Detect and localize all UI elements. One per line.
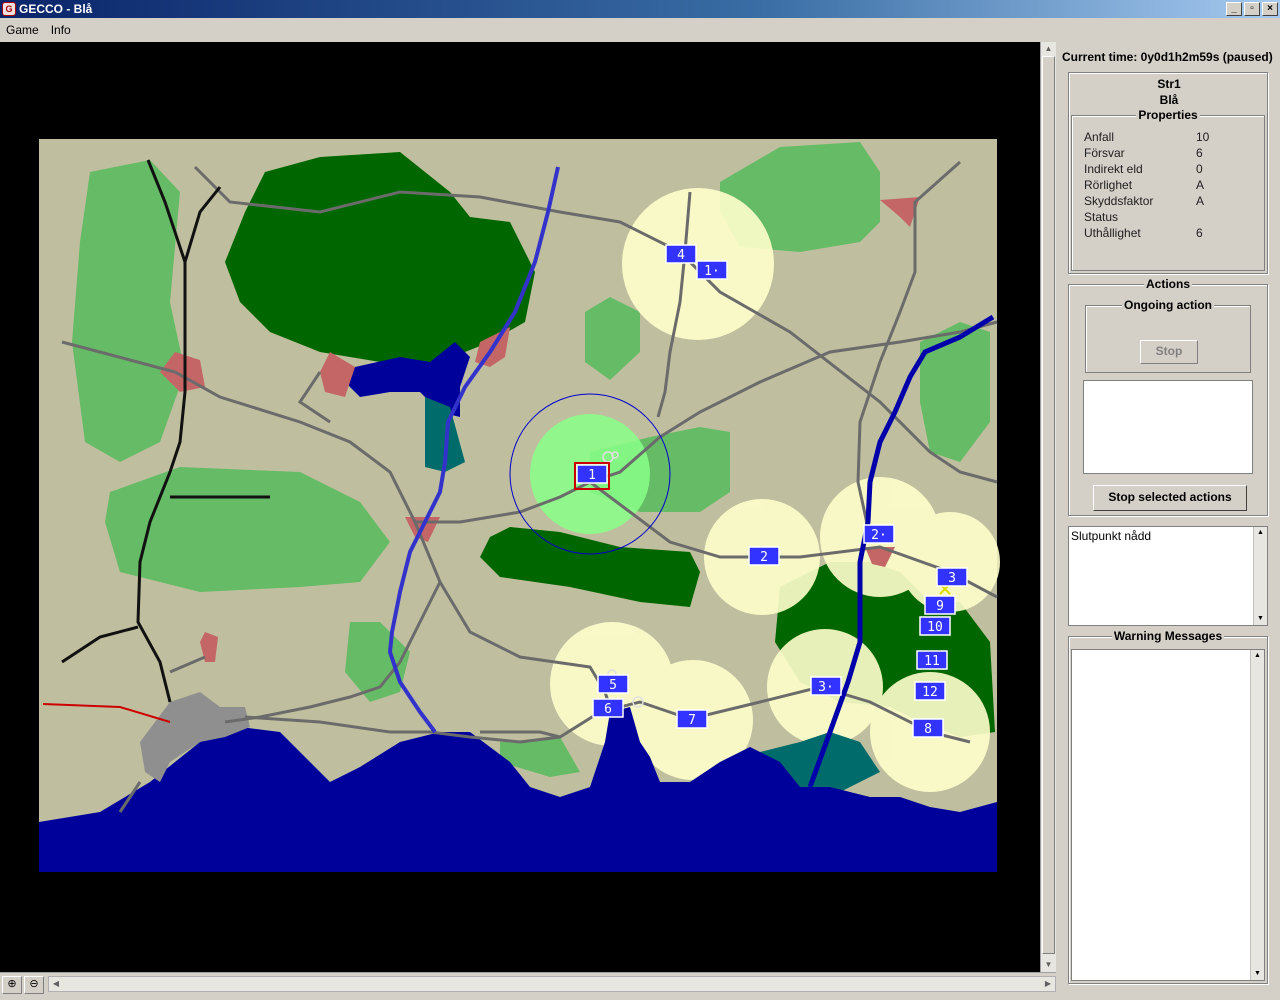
unit-label: 9: [936, 599, 944, 614]
zoom-in-icon: ⊕: [7, 978, 17, 990]
gecco-logo-icon: G: [2, 2, 16, 16]
warning-messages-title: Warning Messages: [1111, 629, 1225, 643]
property-value: 6: [1196, 146, 1203, 160]
minimize-button[interactable]: _: [1226, 2, 1242, 16]
unit-label: 12: [922, 685, 938, 700]
side-panel: Current time: 0y0d1h2m59s (paused) Str1 …: [1058, 42, 1280, 1000]
unit-marker[interactable]: 4: [665, 244, 697, 264]
map-canvas[interactable]: 41·122·3910111283·567: [0, 42, 1040, 972]
unit-label: 2: [760, 550, 768, 565]
property-key: Skyddsfaktor: [1084, 194, 1154, 208]
properties-group: Properties Anfall 10 Försvar 6 Indirekt el…: [1071, 108, 1265, 271]
warning-scrollbar[interactable]: ▲ ▼: [1250, 650, 1264, 980]
unit-marker[interactable]: 8: [912, 718, 944, 738]
property-key: Rörlighet: [1084, 178, 1133, 192]
maximize-button[interactable]: ▫: [1244, 2, 1260, 16]
scroll-down-icon[interactable]: ▼: [1251, 968, 1264, 980]
unit-marker[interactable]: 5: [597, 674, 629, 694]
map-vertical-scrollbar[interactable]: ▲ ▼: [1040, 42, 1056, 972]
unit-label: 8: [924, 722, 932, 737]
unit-side: Blå: [1159, 93, 1179, 107]
unit-marker[interactable]: 7: [676, 709, 708, 729]
scroll-down-icon[interactable]: ▼: [1041, 958, 1056, 972]
property-key: Anfall: [1084, 130, 1115, 144]
scroll-up-icon[interactable]: ▲: [1251, 650, 1264, 662]
message-list[interactable]: Slutpunkt nådd ▲ ▼: [1068, 526, 1268, 626]
unit-label: 3: [948, 571, 956, 586]
close-button[interactable]: ×: [1262, 2, 1278, 16]
scroll-down-icon[interactable]: ▼: [1254, 613, 1267, 625]
ongoing-action-group: Ongoing action Stop: [1085, 298, 1251, 373]
unit-marker[interactable]: 2: [748, 546, 780, 566]
actions-list[interactable]: [1083, 380, 1253, 474]
scroll-right-icon[interactable]: ▶: [1041, 977, 1055, 991]
ongoing-action-title: Ongoing action: [1122, 298, 1214, 312]
zoom-out-icon: ⊖: [29, 978, 39, 990]
stop-button[interactable]: Stop: [1140, 340, 1198, 364]
unit-label: 10: [927, 620, 943, 635]
zoom-out-button[interactable]: ⊖: [24, 976, 44, 994]
unit-info-panel: Str1 Blå Properties Anfall 10 Försvar 6 In…: [1068, 72, 1268, 274]
property-value: 6: [1196, 226, 1203, 240]
unit-label: 7: [688, 713, 696, 728]
bottom-bar: ⊕ ⊖ ◀ ▶: [0, 972, 1056, 996]
message-item: Slutpunkt nådd: [1071, 529, 1152, 543]
unit-label: 6: [604, 702, 612, 717]
scroll-up-icon[interactable]: ▲: [1041, 42, 1056, 56]
unit-label: 3·: [818, 680, 834, 695]
unit-label: 5: [609, 678, 617, 693]
properties-title: Properties: [1136, 108, 1200, 122]
property-key: Försvar: [1084, 146, 1125, 160]
map-horizontal-scrollbar[interactable]: ◀ ▶: [48, 976, 1056, 992]
unit-name: Str1: [1157, 77, 1181, 91]
property-key: Status: [1084, 210, 1119, 224]
actions-group: Actions Ongoing action Stop Stop selecte…: [1068, 277, 1268, 516]
property-value: 10: [1196, 130, 1210, 144]
property-key: Indirekt eld: [1084, 162, 1143, 176]
scroll-left-icon[interactable]: ◀: [49, 977, 63, 991]
window-title: GECCO - Blå: [19, 2, 93, 16]
current-time: Current time: 0y0d1h2m59s (paused): [1062, 50, 1273, 64]
property-key: Uthållighet: [1084, 226, 1141, 240]
message-scrollbar[interactable]: ▲ ▼: [1253, 527, 1267, 625]
menu-bar: Game Info: [0, 20, 1280, 40]
menu-info[interactable]: Info: [45, 23, 77, 37]
map-viewport[interactable]: 4 1· 1 2 2· 3 9 10 11 12 8 3· 5 6 7: [0, 42, 1040, 972]
title-bar: G GECCO - Blå _ ▫ ×: [0, 0, 1280, 18]
unit-label: 1: [588, 468, 596, 483]
unit-marker[interactable]: 3: [936, 567, 968, 587]
unit-marker[interactable]: 3·: [810, 676, 842, 696]
unit-label: 4: [677, 248, 685, 263]
scroll-up-icon[interactable]: ▲: [1254, 527, 1267, 539]
warning-messages-list[interactable]: ▲ ▼: [1071, 649, 1265, 981]
stop-selected-actions-button[interactable]: Stop selected actions: [1093, 485, 1247, 511]
unit-marker[interactable]: 11: [916, 650, 948, 670]
unit-label: 11: [924, 654, 940, 669]
unit-marker[interactable]: 9: [924, 595, 956, 615]
zoom-in-button[interactable]: ⊕: [2, 976, 22, 994]
unit-label: 1·: [704, 264, 720, 279]
vertical-scroll-thumb[interactable]: [1042, 56, 1055, 954]
unit-marker[interactable]: 1·: [696, 260, 728, 280]
actions-title: Actions: [1143, 277, 1192, 291]
unit-marker[interactable]: 10: [919, 616, 951, 636]
unit-marker[interactable]: 2·: [863, 524, 895, 544]
unit-marker[interactable]: 12: [914, 681, 946, 701]
property-value: A: [1196, 178, 1205, 192]
property-value: 0: [1196, 162, 1203, 176]
menu-game[interactable]: Game: [0, 23, 45, 37]
property-value: A: [1196, 194, 1205, 208]
warning-messages-group: Warning Messages ▲ ▼: [1068, 629, 1268, 984]
unit-marker[interactable]: 6: [592, 698, 624, 718]
unit-label: 2·: [871, 528, 887, 543]
